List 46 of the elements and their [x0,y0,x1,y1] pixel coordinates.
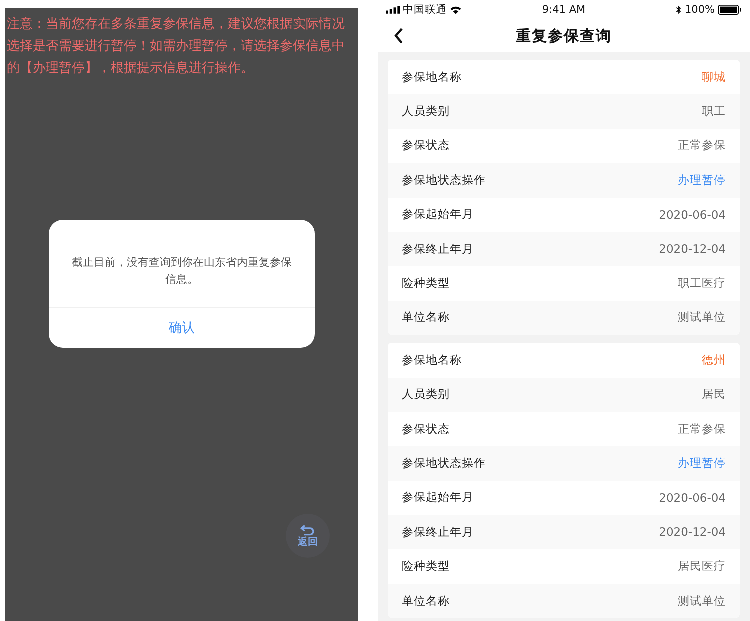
field-label: 人员类别 [402,104,450,120]
field-label: 参保起始年月 [402,490,474,506]
field-label: 参保地名称 [402,352,462,368]
field-label: 单位名称 [402,594,450,609]
back-button[interactable]: 返回 [286,514,330,558]
field-value: 正常参保 [678,138,726,154]
field-value: 2020-06-04 [659,208,726,222]
field-value: 2020-12-04 [659,242,726,256]
field-value: 职工医疗 [678,276,726,292]
bluetooth-icon [676,5,682,15]
battery-icon [718,5,742,15]
field-label: 参保地状态操作 [402,172,486,188]
field-value: 职工 [702,104,726,120]
notice-text: 注意：当前您存在多条重复参保信息，建议您根据实际情况选择是否需要进行暂停！如需办理暂停，请选择参保信息中的【办理暂停】，根据提示信息进行操作。 [7,16,346,78]
field-label: 参保地名称 [402,70,462,85]
field-value: 2020-12-04 [659,525,726,540]
confirm-button[interactable]: 确认 [49,308,315,348]
suspend-link[interactable]: 办理暂停 [678,172,726,188]
field-label: 险种类型 [402,559,450,574]
return-arrow-icon [300,524,316,536]
battery-percent: 100% [684,4,715,16]
page-title: 重复参保查询 [516,26,612,46]
carrier-name: 中国联通 [403,3,447,17]
dialog-message: 截止目前，没有查询到你在山东省内重复参保信息。 [49,220,315,308]
back-chevron-icon[interactable] [394,28,404,44]
field-value: 聊城 [702,70,726,85]
field-label: 参保状态 [402,422,450,437]
field-value: 德州 [702,352,726,368]
field-label: 险种类型 [402,276,450,292]
field-label: 参保状态 [402,138,450,154]
field-label: 参保地状态操作 [402,456,486,471]
field-label: 参保终止年月 [402,524,474,540]
field-value: 2020-06-04 [659,490,726,505]
field-value: 正常参保 [678,422,726,437]
status-time: 9:41 AM [542,4,586,16]
signal-icon [386,6,400,14]
field-value: 居民医疗 [678,559,726,574]
wifi-icon [450,6,462,14]
field-label: 参保终止年月 [402,242,474,257]
field-label: 参保起始年月 [402,207,474,222]
field-label: 单位名称 [402,310,450,326]
field-value: 测试单位 [678,310,726,326]
field-label: 人员类别 [402,387,450,402]
field-value: 测试单位 [678,594,726,609]
field-value: 居民 [702,387,726,402]
suspend-link[interactable]: 办理暂停 [678,456,726,471]
